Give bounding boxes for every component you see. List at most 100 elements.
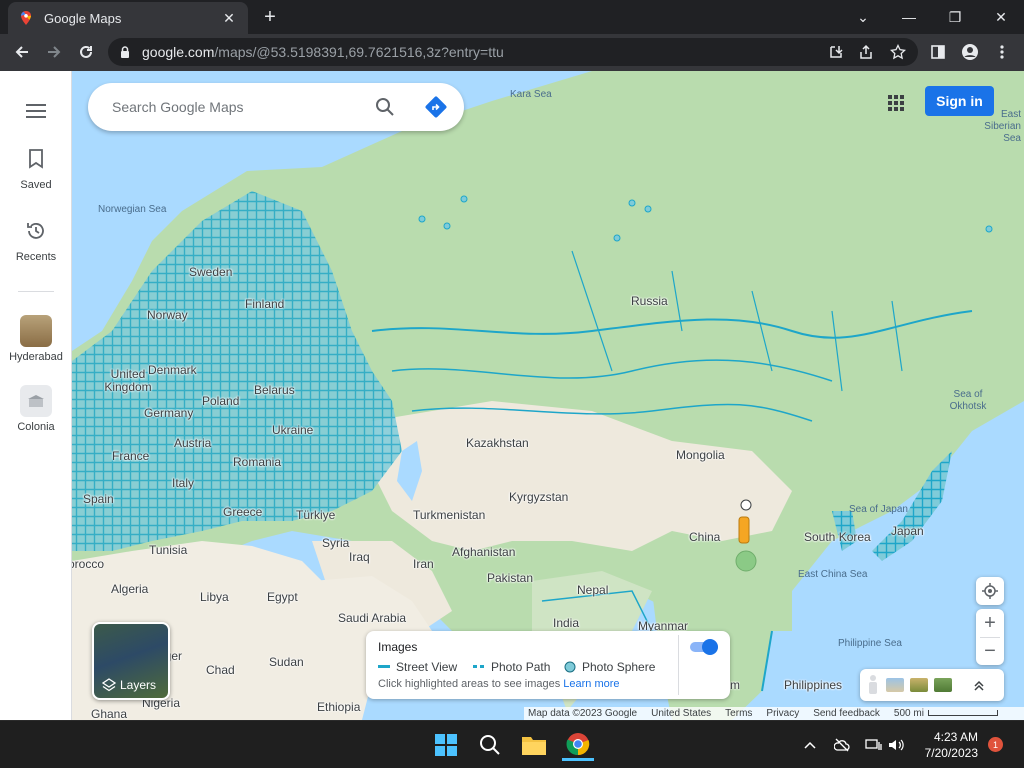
label-saudi-arabia[interactable]: Saudi Arabia bbox=[338, 611, 406, 625]
label-niger[interactable]: Niger bbox=[170, 649, 182, 663]
label-china[interactable]: China bbox=[689, 530, 720, 544]
directions-button[interactable] bbox=[424, 95, 448, 119]
google-apps-grid-icon[interactable] bbox=[884, 91, 906, 113]
profile-button[interactable] bbox=[956, 38, 984, 66]
reload-button[interactable] bbox=[72, 38, 100, 66]
chrome-taskbar-button[interactable] bbox=[562, 729, 594, 761]
label-morocco[interactable]: Morocco bbox=[72, 557, 104, 571]
send-feedback-link[interactable]: Send feedback bbox=[813, 708, 880, 719]
label-greece[interactable]: Greece bbox=[223, 505, 262, 519]
expand-chevrons-icon[interactable] bbox=[972, 678, 986, 692]
chrome-menu-button[interactable] bbox=[988, 38, 1016, 66]
address-bar[interactable]: google.com/maps/@53.5198391,69.7621516,3… bbox=[108, 38, 918, 66]
label-france[interactable]: France bbox=[112, 449, 149, 463]
system-clock[interactable]: 4:23 AM 7/20/2023 bbox=[908, 729, 978, 761]
back-button[interactable] bbox=[8, 38, 36, 66]
notification-badge[interactable]: 1 bbox=[988, 737, 1003, 752]
close-window-button[interactable]: ✕ bbox=[978, 0, 1024, 34]
label-belarus[interactable]: Belarus bbox=[254, 383, 295, 397]
new-tab-button[interactable]: + bbox=[258, 5, 282, 29]
label-afghanistan[interactable]: Afghanistan bbox=[452, 545, 515, 559]
photo-sphere-dot-icon bbox=[564, 661, 576, 673]
network-tray-icon[interactable] bbox=[826, 729, 858, 761]
label-sweden[interactable]: Sweden bbox=[189, 265, 232, 279]
zoom-out-button[interactable]: − bbox=[976, 637, 1004, 665]
bookmark-star-button[interactable] bbox=[884, 38, 912, 66]
reload-icon bbox=[80, 45, 92, 58]
show-hidden-icons-button[interactable] bbox=[794, 729, 826, 761]
forward-button[interactable] bbox=[40, 38, 68, 66]
label-pakistan[interactable]: Pakistan bbox=[487, 571, 533, 585]
saved-button[interactable]: Saved bbox=[0, 143, 72, 191]
install-icon bbox=[830, 46, 843, 58]
label-ghana[interactable]: Ghana bbox=[91, 707, 127, 720]
minimize-button[interactable]: — bbox=[886, 0, 932, 34]
label-poland[interactable]: Poland bbox=[202, 394, 239, 408]
zoom-in-button[interactable]: + bbox=[976, 609, 1004, 637]
label-austria[interactable]: Austria bbox=[174, 436, 211, 450]
label-egypt[interactable]: Egypt bbox=[267, 590, 298, 604]
share-button[interactable] bbox=[852, 38, 880, 66]
layers-button[interactable]: Layers bbox=[92, 622, 170, 700]
label-tunisia[interactable]: Tunisia bbox=[149, 543, 187, 557]
star-icon bbox=[890, 44, 906, 60]
learn-more-link[interactable]: Learn more bbox=[563, 678, 619, 690]
search-input[interactable] bbox=[112, 99, 362, 115]
start-button[interactable] bbox=[430, 729, 462, 761]
label-algeria[interactable]: Algeria bbox=[111, 582, 148, 596]
tab-search-chevron-icon[interactable]: ⌄ bbox=[840, 0, 886, 34]
label-nepal[interactable]: Nepal bbox=[577, 583, 608, 597]
pegman-outline-icon[interactable] bbox=[866, 674, 880, 696]
restore-button[interactable]: ❐ bbox=[932, 0, 978, 34]
label-ukraine[interactable]: Ukraine bbox=[272, 423, 313, 437]
recent-place-hyderabad[interactable]: Hyderabad bbox=[0, 315, 72, 363]
label-south-korea[interactable]: South Korea bbox=[804, 530, 871, 544]
label-chad[interactable]: Chad bbox=[206, 663, 235, 677]
imagery-thumbnail[interactable] bbox=[886, 678, 904, 692]
label-mongolia[interactable]: Mongolia bbox=[676, 448, 725, 462]
label-philippines[interactable]: Philippines bbox=[784, 678, 842, 692]
label-sudan[interactable]: Sudan bbox=[269, 655, 304, 669]
label-russia[interactable]: Russia bbox=[631, 294, 668, 308]
label-iran[interactable]: Iran bbox=[413, 557, 434, 571]
label-kyrgyzstan[interactable]: Kyrgyzstan bbox=[509, 490, 568, 504]
label-germany[interactable]: Germany bbox=[144, 406, 193, 420]
hamburger-menu-icon bbox=[20, 95, 52, 127]
taskbar-search-button[interactable] bbox=[474, 729, 506, 761]
recents-button[interactable]: Recents bbox=[0, 215, 72, 263]
label-turkmenistan[interactable]: Turkmenistan bbox=[413, 508, 485, 522]
side-panel-button[interactable] bbox=[924, 38, 952, 66]
label-spain[interactable]: Spain bbox=[83, 492, 114, 506]
label-japan[interactable]: Japan bbox=[891, 524, 924, 538]
label-italy[interactable]: Italy bbox=[172, 476, 194, 490]
scale-indicator[interactable]: 500 mi bbox=[894, 708, 998, 719]
search-button[interactable] bbox=[373, 95, 397, 119]
privacy-link[interactable]: Privacy bbox=[766, 708, 799, 719]
tab-close-icon[interactable]: ✕ bbox=[220, 10, 238, 27]
label-finland[interactable]: Finland bbox=[245, 297, 284, 311]
label-iraq[interactable]: Iraq bbox=[349, 550, 370, 564]
label-ethiopia[interactable]: Ethiopia bbox=[317, 700, 360, 714]
imagery-thumbnail-strip[interactable] bbox=[860, 669, 1004, 701]
main-menu-button[interactable] bbox=[0, 95, 72, 131]
imagery-thumbnail[interactable] bbox=[934, 678, 952, 692]
label-india[interactable]: India bbox=[553, 616, 579, 630]
label-romania[interactable]: Romania bbox=[233, 455, 281, 469]
tab-google-maps[interactable]: Google Maps ✕ bbox=[8, 2, 248, 34]
label-syria[interactable]: Syria bbox=[322, 536, 349, 550]
terms-link[interactable]: Terms bbox=[725, 708, 752, 719]
imagery-thumbnail[interactable] bbox=[910, 678, 928, 692]
label-kazakhstan[interactable]: Kazakhstan bbox=[466, 436, 529, 450]
install-app-button[interactable] bbox=[822, 38, 850, 66]
my-location-button[interactable] bbox=[976, 577, 1004, 605]
recent-place-colonia[interactable]: Colonia bbox=[0, 385, 72, 433]
label-libya[interactable]: Libya bbox=[200, 590, 229, 604]
region-link[interactable]: United States bbox=[651, 708, 711, 719]
label-turkiye[interactable]: Türkiye bbox=[296, 508, 335, 522]
images-toggle[interactable] bbox=[690, 639, 718, 655]
sign-in-button[interactable]: Sign in bbox=[925, 86, 994, 116]
file-explorer-button[interactable] bbox=[518, 729, 550, 761]
label-united-kingdom[interactable]: United Kingdom bbox=[88, 368, 168, 394]
map-canvas[interactable]: Russia Kazakhstan Mongolia China Kyrgyzs… bbox=[72, 71, 1024, 720]
label-norway[interactable]: Norway bbox=[147, 308, 188, 322]
